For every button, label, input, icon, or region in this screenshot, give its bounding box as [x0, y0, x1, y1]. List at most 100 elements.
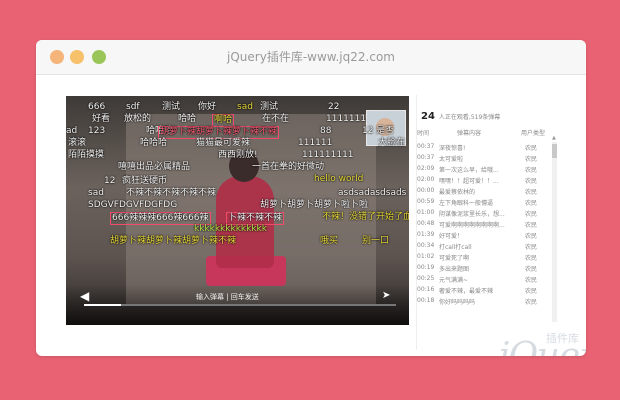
row-user: 农民	[525, 299, 538, 306]
row-time: 02:00	[417, 176, 435, 183]
danmu-comment: 88	[320, 126, 332, 136]
video-player[interactable]: 666 sdf 测试 你好 sad 测试 22 好看 放松的 哈哈 啊哈 在不在 1111111 哈哈哈胡…	[66, 96, 409, 325]
danmu-comment: 1111111	[326, 114, 367, 124]
column-header-user: 用户类型	[521, 130, 546, 137]
danmu-list-row[interactable]: 00:25 元气满满~ 农民	[417, 274, 549, 285]
danmu-comment: 好看	[92, 114, 111, 124]
danmu-comment: 在不在	[262, 114, 290, 124]
row-time: 01:00	[417, 209, 435, 216]
row-content: 阴谋像泥浆里长乐，想...	[439, 211, 505, 218]
danmu-list-row[interactable]: 00:59 左下角眼科一般懵逼 农民	[417, 197, 549, 208]
row-user: 农民	[525, 222, 538, 229]
row-user: 农民	[525, 200, 538, 207]
row-content: 左下角眼科一般懵逼	[439, 200, 494, 207]
danmu-comment: 疯狂送硬币	[122, 176, 168, 186]
row-time: 00:18	[417, 297, 435, 304]
danmu-comment: 是否	[376, 126, 395, 136]
danmu-comment: asdsadasdsads	[338, 188, 407, 198]
danmu-comment: 哈哈哈	[140, 138, 168, 148]
danmu-comment: 陌陌摸摸	[68, 150, 105, 160]
progress-fill	[84, 304, 122, 306]
viewer-count-number: 24	[421, 111, 435, 122]
title-bar: jQuery插件库-www.jq22.com	[36, 40, 586, 75]
danmu-comment: SDGVFDGVFDGFDG	[88, 200, 178, 210]
danmu-comment: ad	[66, 126, 78, 136]
scroll-thumb[interactable]	[552, 144, 557, 158]
play-icon[interactable]: ◀	[80, 290, 89, 302]
danmu-list-row[interactable]: 00:48 可爱啊啊啊啊啊啊啊啊... 农民	[417, 219, 549, 230]
window-title: jQuery插件库-www.jq22.com	[227, 50, 395, 64]
row-time: 00:16	[417, 286, 435, 293]
row-time: 00:59	[417, 198, 435, 205]
danmu-comment: 大脸在	[378, 138, 406, 148]
danmu-list-panel: 24 人正在观看,519条弹幕 时间 弹幕内容 用户类型 00:37 深夜惊喜! 农民…	[416, 95, 559, 350]
danmu-comment: 测试	[260, 102, 279, 112]
danmu-list-row[interactable]: 00:16 奢爱不辣，最爱不辣 农民	[417, 285, 549, 296]
danmu-list-row[interactable]: 00:34 打call打call 农民	[417, 241, 549, 252]
row-user: 农民	[525, 178, 538, 185]
row-time: 02:09	[417, 165, 435, 172]
danmu-comment: 西西刚放!	[218, 150, 258, 160]
row-content: 多出来题图	[439, 266, 470, 273]
danmu-comment: 胡萝卜胡萝卜胡萝卜啦卜啦	[260, 200, 369, 210]
row-content: 你好吗吗吗吗	[439, 299, 476, 306]
row-user: 农民	[525, 277, 538, 284]
row-user: 农民	[525, 266, 538, 273]
row-time: 00:34	[417, 242, 435, 249]
danmu-list-row[interactable]: 02:00 嘿嘿！！超可爱！！... 农民	[417, 175, 549, 186]
danmu-comment: 22	[328, 102, 340, 112]
danmu-list-row[interactable]: 00:00 最爱蔡依林的 农民	[417, 186, 549, 197]
viewer-count-text: 人正在观看,519条弹幕	[438, 114, 501, 121]
danmu-comment: 你好	[198, 102, 217, 112]
danmu-list-scrollbar[interactable]	[552, 142, 557, 322]
danmu-list-row[interactable]: 00:19 多出来题图 农民	[417, 263, 549, 274]
row-content: 奢爱不辣，最爱不辣	[439, 288, 494, 295]
danmu-comment: 放松的	[124, 114, 152, 124]
danmu-comment: 哈哈	[178, 114, 197, 124]
row-content: 元气满满~	[439, 277, 469, 284]
danmu-comment: 哦买	[320, 236, 339, 246]
danmu-send-bar[interactable]: 输入弹幕 | 回车发送	[196, 292, 259, 302]
danmu-comment: 12	[362, 126, 374, 136]
row-user: 农民	[525, 255, 538, 262]
danmu-comment: 猫猫最可爱辣	[196, 138, 251, 148]
row-user: 农民	[525, 244, 538, 251]
danmu-list-row[interactable]: 01:00 阴谋像泥浆里长乐，想... 农民	[417, 208, 549, 219]
progress-bar[interactable]	[84, 304, 396, 306]
danmu-comment: 不辣不辣不辣不辣不辣	[126, 188, 217, 198]
danmu-list-row[interactable]: 00:18 你好吗吗吗吗 农民	[417, 296, 549, 307]
danmu-comment: 嘻嘻出品必属精品	[118, 162, 191, 172]
danmu-comment: 胡萝卜辣胡萝卜辣胡萝卜辣不辣	[110, 236, 237, 246]
row-user: 农民	[525, 288, 538, 295]
danmu-comment: 滚滚	[68, 138, 87, 148]
row-user: 农民	[525, 145, 538, 152]
jquery-watermark: 插件库 jQuery	[498, 330, 586, 356]
danmu-list-row[interactable]: 01:02 可爱死了啊 农民	[417, 252, 549, 263]
row-content: 第一次这么早，给哦...	[439, 167, 499, 174]
danmu-comment: 别一口	[362, 236, 390, 246]
row-time: 01:39	[417, 231, 435, 238]
danmu-comment: sdf	[126, 102, 140, 112]
row-content: 可爱啊啊啊啊啊啊啊啊...	[439, 222, 505, 229]
column-header-time: 时间	[417, 130, 430, 137]
danmu-list-row[interactable]: 02:09 第一次这么早，给哦... 农民	[417, 164, 549, 175]
danmu-list-row[interactable]: 00:37 深夜惊喜! 农民	[417, 142, 549, 153]
row-time: 00:25	[417, 275, 435, 282]
scroll-up-icon[interactable]: ▲	[552, 135, 556, 141]
row-content: 打call打call	[439, 244, 472, 251]
row-user: 农民	[525, 189, 538, 196]
danmu-comment: 12	[104, 176, 116, 186]
row-time: 00:37	[417, 154, 435, 161]
send-icon[interactable]: ➤	[382, 290, 390, 302]
danmu-comment: sad	[88, 188, 104, 198]
danmu-list-row[interactable]: 00:37 太可爱啦 农民	[417, 153, 549, 164]
row-content: 可爱死了啊	[439, 255, 470, 262]
danmu-comment: hello world	[314, 174, 364, 184]
danmu-comment: 不辣！没错了开始了血	[322, 212, 409, 222]
danmu-list-row[interactable]: 01:39 好可爱！ 农民	[417, 230, 549, 241]
row-time: 01:02	[417, 253, 435, 260]
danmu-comment: 111111	[298, 138, 333, 148]
row-time: 00:37	[417, 143, 435, 150]
row-content: 好可爱！	[439, 233, 464, 240]
row-content: 嘿嘿！！超可爱！！...	[439, 178, 499, 185]
